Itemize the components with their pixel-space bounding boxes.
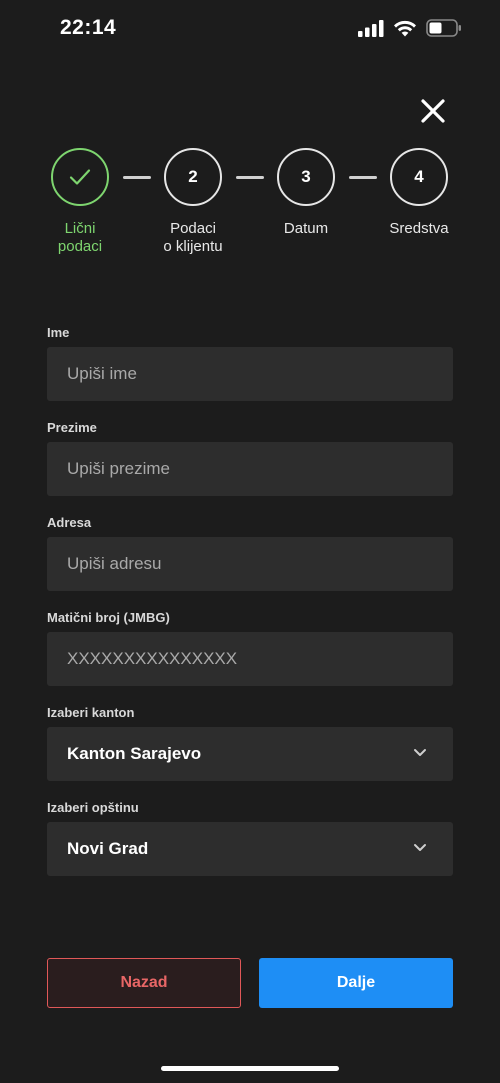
canton-label: Izaberi kanton [47,705,135,720]
canton-value: Kanton Sarajevo [67,744,202,763]
wifi-icon [394,20,416,37]
step-connector [349,176,377,179]
address-label: Adresa [47,515,92,530]
address-field: Adresa Upiši adresu [47,513,453,608]
step-4-label: Sredstva [364,220,474,238]
canton-field: Izaberi kanton Kanton Sarajevo [47,703,453,798]
municipality-select[interactable]: Novi Grad [47,822,453,876]
jmbg-input[interactable]: XXXXXXXXXXXXXXX [47,632,453,686]
next-button[interactable]: Dalje [259,958,453,1008]
first-name-field: Ime Upiši ime [47,323,453,418]
step-3-circle[interactable]: 3 [277,148,335,206]
close-button[interactable] [416,94,450,128]
back-button[interactable]: Nazad [47,958,241,1008]
jmbg-label: Matični broj (JMBG) [47,610,170,625]
step-label-line: o klijentu [163,238,223,255]
jmbg-field: Matični broj (JMBG) XXXXXXXXXXXXXXX [47,608,453,703]
step-label-line: Datum [283,220,329,237]
step-label-line: Podaci [170,220,216,237]
step-number: 4 [414,167,424,186]
step-connector [236,176,264,179]
step-1-circle[interactable] [51,148,109,206]
last-name-placeholder: Upiši prezime [67,459,170,478]
jmbg-placeholder: XXXXXXXXXXXXXXX [67,649,238,668]
municipality-field: Izaberi opštinu Novi Grad [47,798,453,893]
progress-stepper: 2 3 4 Lični podaci Podaci o klijentu Dat… [0,148,500,268]
last-name-input[interactable]: Upiši prezime [47,442,453,496]
address-input[interactable]: Upiši adresu [47,537,453,591]
step-4-circle[interactable]: 4 [390,148,448,206]
municipality-label: Izaberi opštinu [47,800,139,815]
chevron-down-icon [414,844,426,851]
step-2-label: Podaci o klijentu [138,220,248,256]
first-name-placeholder: Upiši ime [67,364,137,383]
check-icon [69,169,91,185]
step-2-circle[interactable]: 2 [164,148,222,206]
step-3-label: Datum [251,220,361,238]
step-number: 3 [301,167,311,186]
cellular-signal-icon [358,19,384,37]
first-name-label: Ime [47,325,70,340]
last-name-field: Prezime Upiši prezime [47,418,453,513]
step-label-line: Sredstva [389,220,449,237]
canton-select[interactable]: Kanton Sarajevo [47,727,453,781]
step-label-line: Lični [64,220,96,237]
municipality-value: Novi Grad [67,839,149,858]
step-connector [123,176,151,179]
last-name-label: Prezime [47,420,97,435]
step-label-line: podaci [57,238,103,255]
status-icons [358,19,462,37]
address-placeholder: Upiši adresu [67,554,162,573]
personal-data-form: Ime Upiši ime Prezime Upiši prezime Adre… [47,323,453,893]
status-time: 22:14 [60,16,117,39]
step-1-label: Lični podaci [25,220,135,256]
home-indicator[interactable] [161,1066,339,1071]
first-name-input[interactable]: Upiši ime [47,347,453,401]
chevron-down-icon [414,749,426,756]
step-number: 2 [188,167,198,186]
close-icon [421,99,445,123]
status-bar: 22:14 [0,0,500,60]
battery-icon [426,19,461,37]
